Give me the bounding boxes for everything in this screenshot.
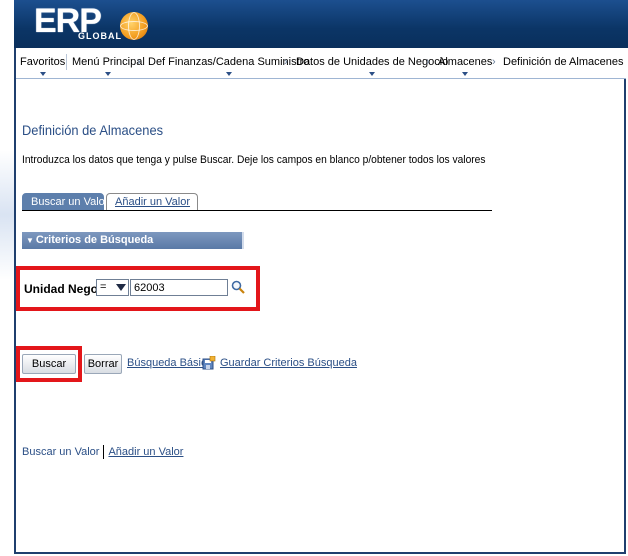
tab-underline [22,210,492,211]
buscar-button[interactable]: Buscar [22,354,76,374]
nav-divider [66,54,67,70]
nav-favoritos[interactable]: Favoritos [20,56,65,76]
header-bar: ERP GLOBAL [14,0,628,48]
operator-value: = [100,281,107,293]
instructions-text: Introduzca los datos que tenga y pulse B… [22,154,486,166]
breadcrumb-separator: › [426,56,430,68]
nav-menu-principal[interactable]: Menú Principal [72,56,145,76]
erp-logo: ERP GLOBAL [34,2,154,44]
footer-buscar-valor: Buscar un Valor [22,445,100,458]
breadcrumb: Favoritos Menú Principal › Def Finanzas/… [16,48,626,79]
operator-select[interactable]: = [96,279,129,296]
section-title: Criterios de Búsqueda [35,234,154,246]
nav-definicion-almacenes[interactable]: Definición de Almacenes [503,56,623,68]
guardar-criterios-link[interactable]: Guardar Criterios Búsqueda [220,357,357,369]
footer-links: Buscar un Valor Añadir un Valor [22,445,183,459]
busqueda-basica-link[interactable]: Búsqueda Básica [127,357,213,369]
dropdown-arrow-icon [116,284,126,291]
chevron-down-icon [105,72,112,76]
breadcrumb-separator: › [284,56,288,68]
borrar-button[interactable]: Borrar [84,354,122,374]
globe-icon [120,12,148,40]
nav-almacenes[interactable]: Almacenes [438,56,492,76]
breadcrumb-separator: › [492,56,496,68]
logo-subtext: GLOBAL [78,31,122,41]
collapse-triangle-icon: ▼ [26,236,34,245]
tab-anadir-valor[interactable]: Añadir un Valor [106,193,198,211]
tab-buscar-valor[interactable]: Buscar un Valor [22,193,108,211]
chevron-down-icon [225,72,232,76]
business-unit-input[interactable] [130,279,228,296]
chevron-down-icon [369,72,376,76]
save-criteria-icon[interactable] [202,356,216,370]
chevron-down-icon [462,72,469,76]
search-criteria-header[interactable]: ▼ Criterios de Búsqueda [22,232,244,249]
footer-anadir-valor-link[interactable]: Añadir un Valor [108,446,183,458]
breadcrumb-separator: › [137,56,141,68]
chevron-down-icon [39,72,46,76]
side-decoration [0,150,14,280]
magnifier-icon[interactable] [231,280,245,294]
page-title: Definición de Almacenes [22,122,164,138]
footer-divider [103,445,105,459]
